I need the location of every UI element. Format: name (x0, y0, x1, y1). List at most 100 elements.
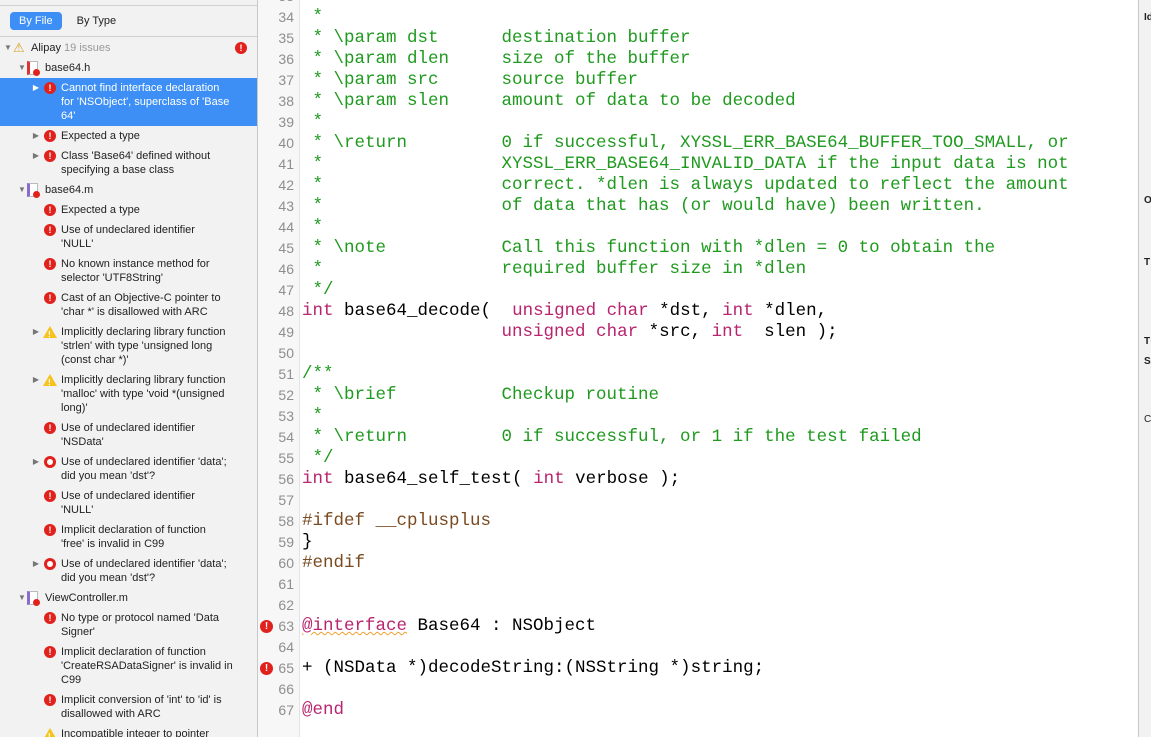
error-icon: ! (43, 421, 57, 435)
source-file-icon (27, 61, 41, 76)
line-number: 45 (278, 240, 294, 256)
issue-row[interactable]: ! Implicit conversion of 'int' to 'id' is… (0, 690, 257, 724)
issue-row[interactable]: ! Use of undeclared identifier 'NSData' (0, 418, 257, 452)
file-name: base64.m (45, 184, 94, 196)
issue-row[interactable]: ▶! Class 'Base64' defined without specify… (0, 146, 257, 180)
file-row[interactable]: ▼ ViewController.m (0, 588, 257, 608)
code-line: 51 /** (258, 364, 1138, 385)
disclosure-triangle-icon (31, 645, 41, 687)
issue-message: No known instance method for selector 'U… (61, 258, 210, 284)
source-editor[interactable]: 33 * \brief Decode a base64-formatted bu… (258, 0, 1138, 737)
code-text: } (302, 532, 313, 553)
issue-row[interactable]: ! Implicit declaration of function 'Creat… (0, 642, 257, 690)
disclosure-triangle-icon[interactable]: ▶ (31, 129, 41, 143)
comment-token: */ (302, 280, 334, 300)
comment-token: * (302, 217, 324, 237)
comment-token: /** (302, 364, 334, 384)
line-number: 44 (278, 219, 294, 235)
issue-row[interactable]: ! Cast of an Objective-C pointer to 'char… (0, 288, 257, 322)
preprocessor-token: #endif (302, 553, 366, 573)
error-icon: ! (43, 149, 57, 163)
issue-row[interactable]: ! No known instance method for selector '… (0, 254, 257, 288)
code-text: * \return 0 if successful, or 1 if the t… (302, 427, 922, 448)
by-file-tab[interactable]: By File (10, 12, 62, 30)
disclosure-triangle-icon (31, 257, 41, 285)
disclosure-triangle-icon[interactable]: ▶ (31, 81, 41, 123)
comment-token: * \param dlen size of the buffer (302, 49, 691, 69)
line-number: 34 (278, 9, 294, 25)
error-icon: ! (43, 291, 57, 305)
code-line: 46 * required buffer size in *dlen (258, 259, 1138, 280)
disclosure-triangle-icon[interactable]: ▼ (17, 183, 27, 197)
issue-row[interactable]: ! No type or protocol named 'Data Signer' (0, 608, 257, 642)
line-number: 47 (278, 282, 294, 298)
code-text: * (302, 7, 324, 28)
code-line: 50 (258, 343, 1138, 364)
code-token: + (NSData *)decodeString:(NSString *)str… (302, 658, 765, 678)
issue-message: Use of undeclared identifier 'data'; did… (61, 558, 227, 584)
code-text: * \param slen amount of data to be decod… (302, 91, 796, 112)
line-number: 59 (278, 534, 294, 550)
issue-tree: ▼ ⚠ Alipay 19 issues ! ▼ base64.h ▶! Cannot… (0, 38, 257, 737)
line-number: 53 (278, 408, 294, 424)
issue-row[interactable]: ! Incompatible integer to pointer (0, 724, 257, 737)
by-type-tab[interactable]: By Type (68, 12, 126, 30)
code-text: * XYSSL_ERR_BASE64_INVALID_DATA if the i… (302, 154, 1069, 175)
code-line: 67 @end (258, 700, 1138, 721)
disclosure-triangle-icon[interactable]: ▶ (31, 455, 41, 483)
file-row[interactable]: ▼ base64.m (0, 180, 257, 200)
code-line: 59} (258, 532, 1138, 553)
code-line: 49 unsigned char *src, int slen ); (258, 322, 1138, 343)
disclosure-triangle-icon (31, 523, 41, 551)
code-line: 66 (258, 679, 1138, 700)
issue-row[interactable]: ▶! Implicitly declaring library function … (0, 370, 257, 418)
code-token: verbose ); (564, 469, 681, 489)
code-text: #endif (302, 553, 365, 574)
comment-token: * \param slen amount of data to be decod… (302, 91, 796, 111)
disclosure-triangle-icon (31, 421, 41, 449)
issue-message: Cast of an Objective-C pointer to 'char … (61, 292, 221, 318)
inspector-label: T (1144, 257, 1151, 268)
code-text: * \brief Checkup routine (302, 385, 660, 406)
file-row[interactable]: ▼ base64.h (0, 58, 257, 78)
disclosure-triangle-icon[interactable]: ▶ (31, 557, 41, 585)
disclosure-triangle-icon[interactable]: ▶ (31, 373, 41, 415)
code-line: 48 int base64_decode( unsigned char *dst,… (258, 301, 1138, 322)
project-row[interactable]: ▼ ⚠ Alipay 19 issues ! (0, 38, 257, 58)
issue-row[interactable]: ! Use of undeclared identifier 'NULL' (0, 220, 257, 254)
issue-row[interactable]: ▶! Expected a type (0, 126, 257, 146)
keyword-token: @end (302, 700, 345, 720)
disclosure-triangle-icon (31, 203, 41, 217)
issue-row[interactable]: ! Use of undeclared identifier 'NULL' (0, 486, 257, 520)
code-line: 45 * \note Call this function with *dlen… (258, 238, 1138, 259)
issue-row[interactable]: ▶! Implicitly declaring library function … (0, 322, 257, 370)
comment-token: * required buffer size in *dlen (302, 259, 807, 279)
disclosure-triangle-icon[interactable]: ▼ (17, 61, 27, 75)
code-token: base64_decode( (344, 301, 513, 321)
comment-token: * \param src source buffer (302, 70, 639, 90)
code-text: * (302, 217, 324, 238)
disclosure-triangle-icon (31, 611, 41, 639)
keyword-token: @interface (302, 616, 408, 636)
inspector-label: T (1144, 336, 1151, 347)
fixit-error-icon (43, 557, 57, 571)
issue-row[interactable]: ▶ Use of undeclared identifier 'data'; di… (0, 452, 257, 486)
comment-token: * \param dst destination buffer (302, 28, 691, 48)
issue-row[interactable]: ! Expected a type (0, 200, 257, 220)
disclosure-triangle-icon[interactable]: ▶ (31, 149, 41, 177)
line-number: 58 (278, 513, 294, 529)
code-token: } (302, 532, 313, 552)
code-text: @end (302, 700, 344, 721)
error-icon: ! (43, 223, 57, 237)
disclosure-triangle-icon[interactable]: ▼ (17, 591, 27, 605)
code-line: 43 * of data that has (or would have) be… (258, 196, 1138, 217)
issue-message: Expected a type (61, 130, 140, 142)
inspector-panel: Id O T T S C (1138, 0, 1151, 737)
comment-token: * (302, 406, 324, 426)
issue-row[interactable]: ▶! Cannot find interface declaration for … (0, 78, 257, 126)
issue-row[interactable]: ! Implicit declaration of function 'free'… (0, 520, 257, 554)
disclosure-triangle-icon[interactable]: ▶ (31, 325, 41, 367)
code-line: 60 #endif (258, 553, 1138, 574)
issue-row[interactable]: ▶ Use of undeclared identifier 'data'; di… (0, 554, 257, 588)
disclosure-triangle-icon[interactable]: ▼ (3, 41, 13, 55)
